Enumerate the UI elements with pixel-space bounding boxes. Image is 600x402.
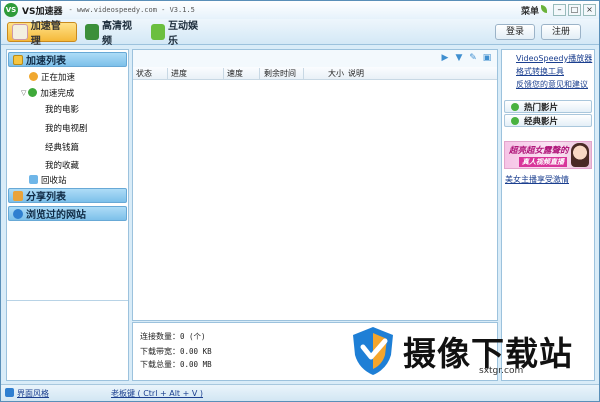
tree-item-recycle-bin[interactable]: 回收站	[29, 173, 67, 186]
main-toolbar: 加速管理 高清视频 互动娱乐 登录 注册	[1, 19, 599, 47]
column-divider[interactable]	[303, 68, 304, 79]
clock-icon	[29, 72, 38, 81]
share-icon	[13, 190, 23, 201]
stat-label: 连接数量：	[140, 332, 180, 341]
section-label: 加速列表	[26, 56, 66, 67]
stat-value: 0.00 MB	[180, 360, 212, 369]
section-classic-movies[interactable]: 经典影片	[504, 114, 592, 127]
column-description[interactable]: 说明	[348, 68, 364, 79]
trash-icon	[29, 175, 38, 184]
play-icon[interactable]: ▶	[440, 53, 450, 63]
section-label: 浏览过的网站	[26, 210, 86, 221]
minimize-button[interactable]: –	[553, 4, 566, 16]
tree-item-label: 我的电影	[45, 104, 80, 115]
tree-item-my-tv-series[interactable]: 我的电视剧	[45, 121, 88, 134]
menu-button[interactable]: 菜单	[521, 4, 539, 17]
link-live-stream[interactable]: 美女主播享受激情	[505, 174, 569, 185]
stat-label: 下载总量：	[140, 360, 180, 369]
tree-item-label: 正在加速	[41, 72, 76, 83]
section-label: 分享列表	[26, 192, 66, 203]
delete-icon[interactable]: ▣	[482, 53, 492, 63]
app-version-url: - www.videospeedy.com - V3.1.5	[68, 6, 195, 14]
stat-total: 下载总量：0.00 MB	[140, 359, 212, 370]
download-list-panel: ▶ ▼ ✎ ▣ 状态 进度 速度 剩余时间 大小 说明	[132, 49, 498, 321]
column-remaining-time[interactable]: 剩余时间	[264, 68, 296, 79]
skin-link[interactable]: 界面风格	[17, 388, 49, 399]
ad-banner[interactable]: 超亮超女露聲的 真人视频直播	[504, 141, 592, 169]
tree-item-label: 我的收藏	[45, 160, 80, 171]
check-icon	[28, 88, 38, 97]
sidebar: 加速列表 正在加速 ▽ 加速完成 我的电影 我的电视剧 经典钱篇 我的收藏 回收…	[6, 49, 129, 381]
tab-entertainment[interactable]: 互动娱乐	[147, 21, 209, 47]
skin-icon	[5, 388, 14, 397]
column-divider[interactable]	[259, 68, 260, 79]
column-speed[interactable]: 速度	[227, 68, 243, 79]
banner-photo	[571, 143, 589, 167]
list-header: 状态 进度 速度 剩余时间 大小 说明	[133, 67, 497, 80]
folder-icon	[13, 54, 23, 65]
sidebar-preview-area	[7, 300, 128, 380]
tab-hd-video[interactable]: 高清视频	[81, 21, 143, 47]
column-status[interactable]: 状态	[136, 68, 152, 79]
stat-bandwidth: 下载带宽：0.00 KB	[140, 346, 212, 357]
leaf-icon	[541, 5, 547, 13]
maximize-button[interactable]: □	[568, 4, 581, 16]
list-toolbar: ▶ ▼ ✎ ▣	[133, 50, 497, 67]
column-divider[interactable]	[167, 68, 168, 79]
login-button[interactable]: 登录	[495, 24, 535, 40]
tree-item-label: 经典钱篇	[45, 142, 80, 153]
hd-video-icon	[85, 24, 99, 40]
watermark-url: sxtgr.com	[479, 366, 524, 376]
play-circle-icon	[511, 102, 519, 111]
app-logo-icon: VS	[4, 3, 18, 17]
tree-item-label: 我的电视剧	[45, 123, 88, 134]
entertainment-icon	[151, 24, 165, 40]
title-bar: VS VS加速器 - www.videospeedy.com - V3.1.5 …	[1, 1, 599, 19]
play-circle-icon	[511, 116, 519, 125]
ie-globe-icon	[13, 208, 23, 219]
stat-label: 下载带宽：	[140, 347, 180, 356]
tab-accelerate-manage[interactable]: 加速管理	[7, 21, 77, 47]
stat-connections: 连接数量：0 (个)	[140, 331, 206, 342]
tab-label: 互动娱乐	[168, 21, 198, 47]
banner-headline: 超亮超女露聲的	[509, 146, 569, 156]
edit-icon[interactable]: ✎	[468, 53, 478, 63]
close-button[interactable]: ×	[583, 4, 596, 16]
tab-label: 加速管理	[30, 21, 61, 47]
boss-key-link[interactable]: 老板键 ( Ctrl + Alt + V )	[111, 388, 203, 399]
column-divider[interactable]	[223, 68, 224, 79]
shield-logo-icon	[353, 327, 393, 375]
link-player[interactable]: VideoSpeedy播放器	[516, 53, 592, 64]
tree-item-downloading[interactable]: 正在加速	[29, 70, 75, 83]
section-share-list[interactable]: 分享列表	[8, 188, 127, 203]
watermark: 摄像下载站 sxtgr.com	[349, 323, 597, 381]
tree-item-my-favorites[interactable]: 我的收藏	[45, 158, 79, 171]
app-title: VS加速器	[22, 6, 63, 17]
tree-item-label: 回收站	[41, 175, 67, 186]
stat-value: 0 (个)	[180, 332, 206, 341]
link-format-convert[interactable]: 格式转换工具	[516, 66, 564, 77]
link-feedback[interactable]: 反馈您的意见和建议	[516, 79, 588, 90]
section-accelerate-list[interactable]: 加速列表	[8, 52, 127, 67]
section-label: 经典影片	[524, 116, 559, 127]
status-bar: 界面风格 老板键 ( Ctrl + Alt + V )	[1, 384, 599, 401]
app-window: VS VS加速器 - www.videospeedy.com - V3.1.5 …	[0, 0, 600, 402]
section-browsed-sites[interactable]: 浏览过的网站	[8, 206, 127, 221]
section-label: 热门影片	[524, 102, 559, 113]
chevron-down-icon[interactable]: ▽	[21, 89, 26, 97]
section-hot-movies[interactable]: 热门影片	[504, 100, 592, 113]
tree-item-label: 加速完成	[40, 88, 75, 99]
tree-item-my-movies[interactable]: 我的电影	[45, 102, 79, 115]
column-progress[interactable]: 进度	[171, 68, 187, 79]
accelerate-icon	[12, 24, 28, 40]
banner-subline: 真人视频直播	[519, 157, 567, 167]
tab-label: 高清视频	[102, 21, 132, 47]
tree-item-classic[interactable]: 经典钱篇	[45, 140, 79, 153]
column-size[interactable]: 大小	[328, 68, 344, 79]
register-button[interactable]: 注册	[541, 24, 581, 40]
tree-item-completed[interactable]: ▽ 加速完成	[21, 86, 74, 99]
download-icon[interactable]: ▼	[454, 53, 464, 63]
stat-value: 0.00 KB	[180, 347, 212, 356]
